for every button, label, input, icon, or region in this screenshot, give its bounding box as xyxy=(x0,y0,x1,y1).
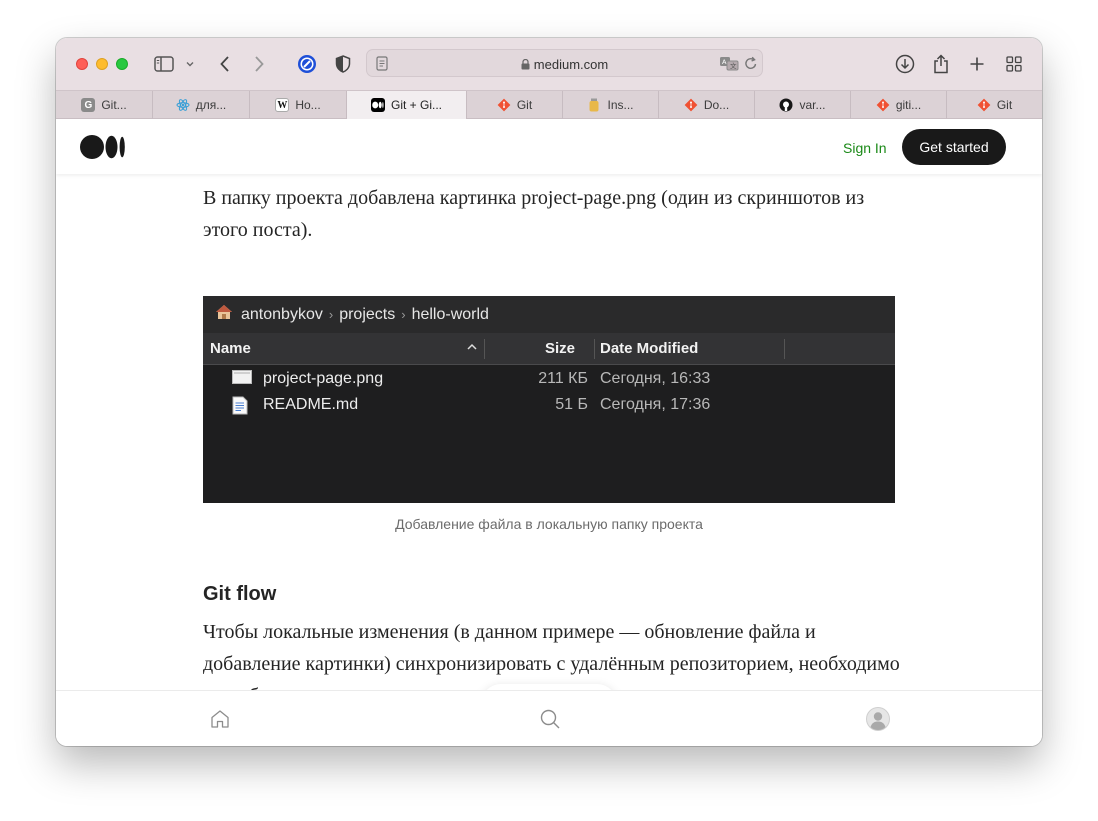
tab-item[interactable]: Ins... xyxy=(563,91,659,119)
jar-icon xyxy=(587,98,601,112)
tab-item[interactable]: Do... xyxy=(659,91,755,119)
avatar-icon[interactable] xyxy=(866,707,890,736)
column-name: Name xyxy=(210,340,251,357)
forward-icon[interactable] xyxy=(250,52,268,76)
finder-column-header: Name Size Date Modified xyxy=(203,333,895,365)
translate-icon[interactable]: A文 xyxy=(719,56,739,76)
column-divider xyxy=(594,339,595,359)
lock-icon xyxy=(521,58,530,73)
finder-path-bar: antonbykov › projects › hello-world xyxy=(203,296,895,333)
url-text: medium.com xyxy=(367,57,762,73)
downloads-icon[interactable] xyxy=(894,52,916,76)
extension-compass-icon[interactable] xyxy=(296,52,318,76)
svg-text:A: A xyxy=(722,58,727,66)
g-letter-icon: G xyxy=(81,98,96,112)
react-icon xyxy=(176,98,190,112)
share-icon[interactable] xyxy=(931,52,951,76)
file-row: project-page.png 211 КБ Сегодня, 16:33 xyxy=(203,367,895,393)
path-separator: › xyxy=(401,307,406,322)
browser-window: medium.com A文 G Git... для... W Но... Gi… xyxy=(56,38,1042,746)
svg-text:文: 文 xyxy=(730,61,737,70)
medium-logo-icon[interactable] xyxy=(80,135,126,164)
file-date: Сегодня, 17:36 xyxy=(600,396,711,413)
column-divider xyxy=(784,339,785,359)
privacy-shield-icon[interactable] xyxy=(333,52,353,76)
file-name: README.md xyxy=(263,396,359,413)
git-icon xyxy=(684,98,698,112)
zoom-window-button[interactable] xyxy=(116,58,128,70)
figure-caption: Добавление файла в локальную папку проек… xyxy=(395,516,703,532)
get-started-button[interactable]: Get started xyxy=(902,129,1006,165)
finder-screenshot: antonbykov › projects › hello-world Name… xyxy=(203,296,895,503)
path-separator: › xyxy=(328,307,334,322)
tab-item[interactable]: G Git... xyxy=(56,91,153,119)
tab-item[interactable]: для... xyxy=(153,91,250,119)
tab-item[interactable]: var... xyxy=(755,91,851,119)
file-date: Сегодня, 16:33 xyxy=(600,370,711,387)
article-paragraph: В папку проекта добавлена картинка proje… xyxy=(203,187,865,241)
git-icon xyxy=(876,98,890,112)
close-window-button[interactable] xyxy=(76,58,88,70)
git-icon xyxy=(977,98,991,112)
browser-toolbar: medium.com A文 xyxy=(56,38,1042,90)
tab-item[interactable]: W Но... xyxy=(250,91,347,119)
search-icon[interactable] xyxy=(539,708,561,735)
text-file-icon xyxy=(232,396,248,420)
tab-item[interactable]: Git xyxy=(947,91,1042,119)
path-segment: hello-world xyxy=(411,305,489,323)
site-header: Sign In Get started xyxy=(56,120,1042,174)
wikipedia-icon: W xyxy=(275,98,290,112)
tab-item[interactable]: Git xyxy=(467,91,563,119)
page-content: Sign In Get started В папку проекта доба… xyxy=(56,120,1042,746)
path-segment: projects xyxy=(339,305,396,323)
tab-item[interactable]: giti... xyxy=(851,91,947,119)
column-size: Size xyxy=(545,340,576,357)
column-date: Date Modified xyxy=(600,340,699,357)
path-segment: antonbykov xyxy=(241,305,323,323)
new-tab-icon[interactable] xyxy=(967,52,987,76)
sign-in-link[interactable]: Sign In xyxy=(843,140,887,156)
github-icon xyxy=(779,98,793,112)
home-icon xyxy=(215,304,233,325)
reload-icon[interactable] xyxy=(744,56,758,76)
file-row: README.md 51 Б Сегодня, 17:36 xyxy=(203,393,895,419)
back-icon[interactable] xyxy=(216,52,234,76)
git-icon xyxy=(497,98,511,112)
medium-icon xyxy=(370,98,385,112)
minimize-window-button[interactable] xyxy=(96,58,108,70)
tab-overview-icon[interactable] xyxy=(1004,52,1024,76)
file-size: 51 Б xyxy=(555,396,588,413)
chevron-up-icon xyxy=(466,339,478,356)
home-icon[interactable] xyxy=(209,708,231,735)
file-size: 211 КБ xyxy=(538,370,588,387)
tab-bar: G Git... для... W Но... Git + Gi... Git In… xyxy=(56,90,1042,119)
file-name: project-page.png xyxy=(263,370,384,387)
chevron-down-icon[interactable] xyxy=(184,52,196,76)
tab-item-active[interactable]: Git + Gi... xyxy=(347,91,467,119)
bottom-navigation xyxy=(56,690,1042,746)
address-bar[interactable]: medium.com A文 xyxy=(366,49,763,77)
column-divider xyxy=(484,339,485,359)
sidebar-toggle-icon[interactable] xyxy=(152,52,176,76)
image-file-icon xyxy=(232,370,252,389)
section-heading: Git flow xyxy=(203,583,277,605)
url-label: medium.com xyxy=(533,57,609,72)
